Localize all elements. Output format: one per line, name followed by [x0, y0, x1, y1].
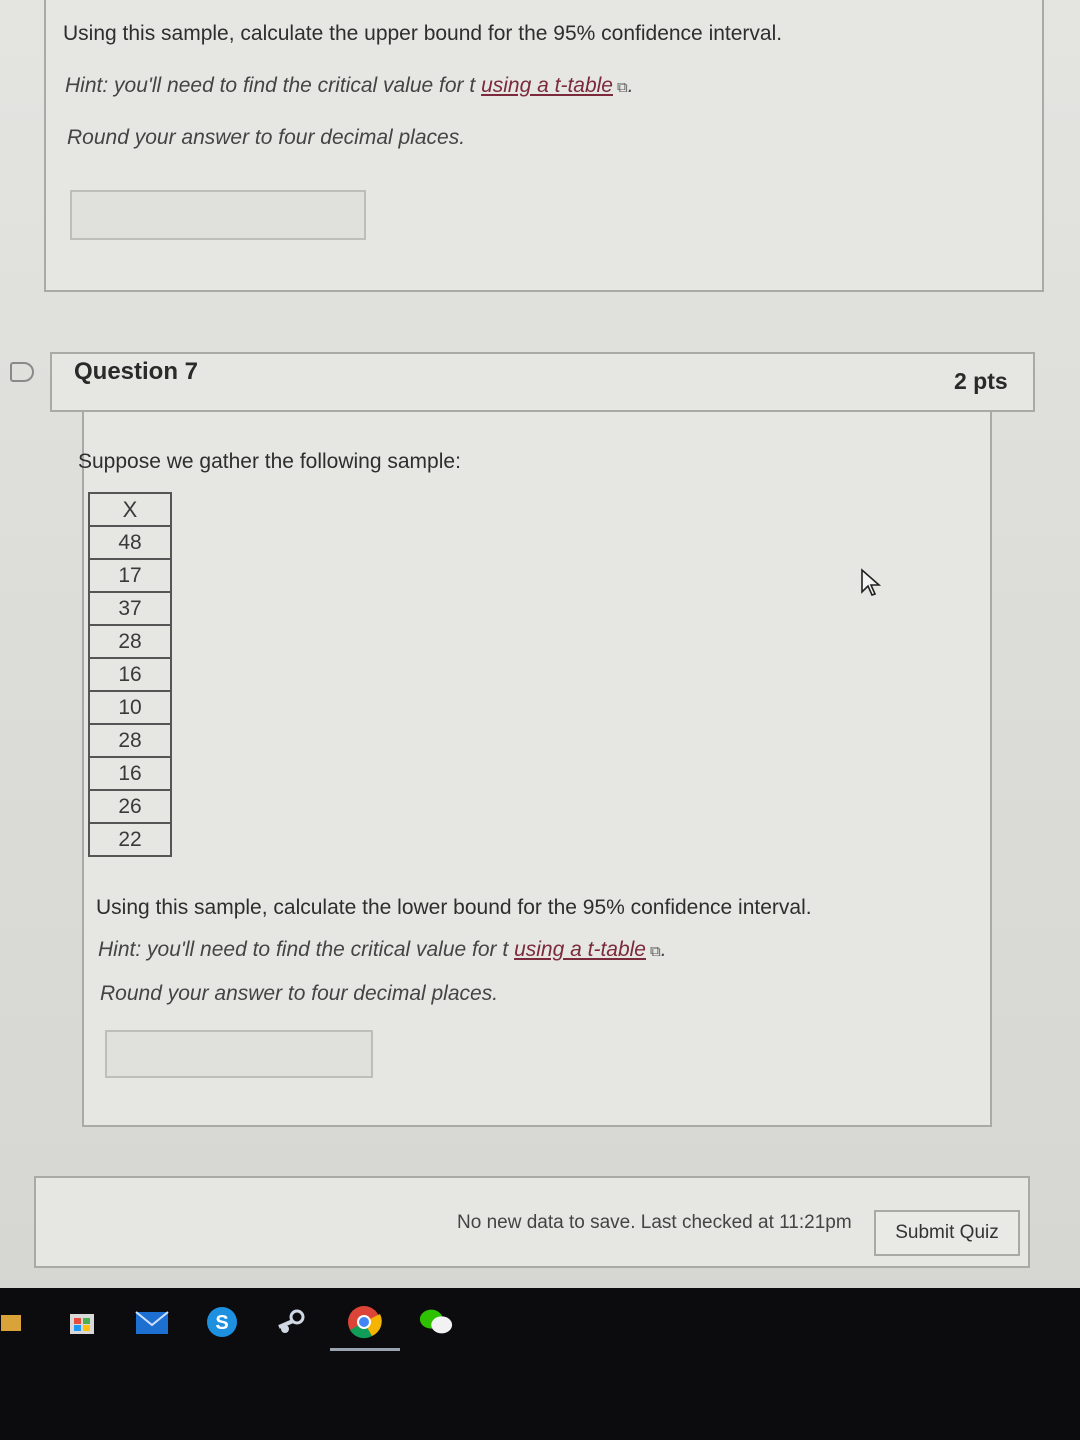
- table-cell: 26: [88, 789, 172, 824]
- svg-text:S: S: [215, 1312, 228, 1334]
- hint-text: Hint: you'll need to find the critical v…: [98, 938, 509, 961]
- external-link-icon: ⧉: [649, 943, 661, 960]
- steam-icon[interactable]: [274, 1304, 310, 1340]
- file-explorer-icon[interactable]: [0, 1304, 22, 1340]
- table-cell: 22: [88, 822, 172, 857]
- table-cell: 48: [88, 525, 172, 560]
- t-table-link[interactable]: using a t-table: [481, 74, 613, 97]
- submit-quiz-button[interactable]: Submit Quiz: [874, 1210, 1020, 1256]
- flag-question-icon[interactable]: [10, 362, 34, 382]
- question-body: [82, 412, 992, 1127]
- t-table-link[interactable]: using a t-table: [514, 938, 646, 961]
- table-cell: 17: [88, 558, 172, 593]
- question-points: 2 pts: [954, 368, 1008, 394]
- previous-question-hint: Hint: you'll need to find the critical v…: [65, 74, 634, 98]
- hint-suffix: .: [627, 74, 634, 97]
- mouse-cursor-icon: [861, 568, 882, 596]
- mail-icon[interactable]: [134, 1304, 170, 1340]
- external-link-icon: ⧉: [616, 79, 628, 96]
- hint-text: Hint: you'll need to find the critical v…: [65, 74, 476, 97]
- table-cell: 16: [88, 756, 172, 791]
- sample-table: X 48 17 37 28 16 10 28 16 26 22: [88, 492, 172, 857]
- store-icon[interactable]: [64, 1304, 100, 1340]
- previous-question-prompt: Using this sample, calculate the upper b…: [63, 22, 783, 45]
- browser-viewport: Using this sample, calculate the upper b…: [0, 0, 1080, 1290]
- table-cell: 28: [88, 723, 172, 758]
- question-intro: Suppose we gather the following sample:: [78, 450, 461, 473]
- hint-suffix: .: [660, 938, 667, 961]
- active-app-indicator: [330, 1348, 400, 1351]
- question-prompt: Using this sample, calculate the lower b…: [96, 896, 812, 919]
- save-status: No new data to save. Last checked at 11:…: [457, 1212, 852, 1233]
- previous-question-rounding: Round your answer to four decimal places…: [67, 126, 466, 149]
- table-cell: 10: [88, 690, 172, 725]
- answer-input[interactable]: [105, 1030, 373, 1078]
- table-cell: 37: [88, 591, 172, 626]
- previous-answer-input[interactable]: [70, 190, 366, 240]
- table-header-x: X: [88, 492, 172, 527]
- question-hint: Hint: you'll need to find the critical v…: [98, 938, 667, 962]
- question-rounding: Round your answer to four decimal places…: [100, 982, 499, 1005]
- question-title: Question 7: [74, 358, 199, 385]
- wechat-icon[interactable]: [418, 1304, 454, 1340]
- chrome-icon[interactable]: [346, 1304, 382, 1340]
- table-cell: 16: [88, 657, 172, 692]
- skype-icon[interactable]: S: [204, 1304, 240, 1340]
- table-cell: 28: [88, 624, 172, 659]
